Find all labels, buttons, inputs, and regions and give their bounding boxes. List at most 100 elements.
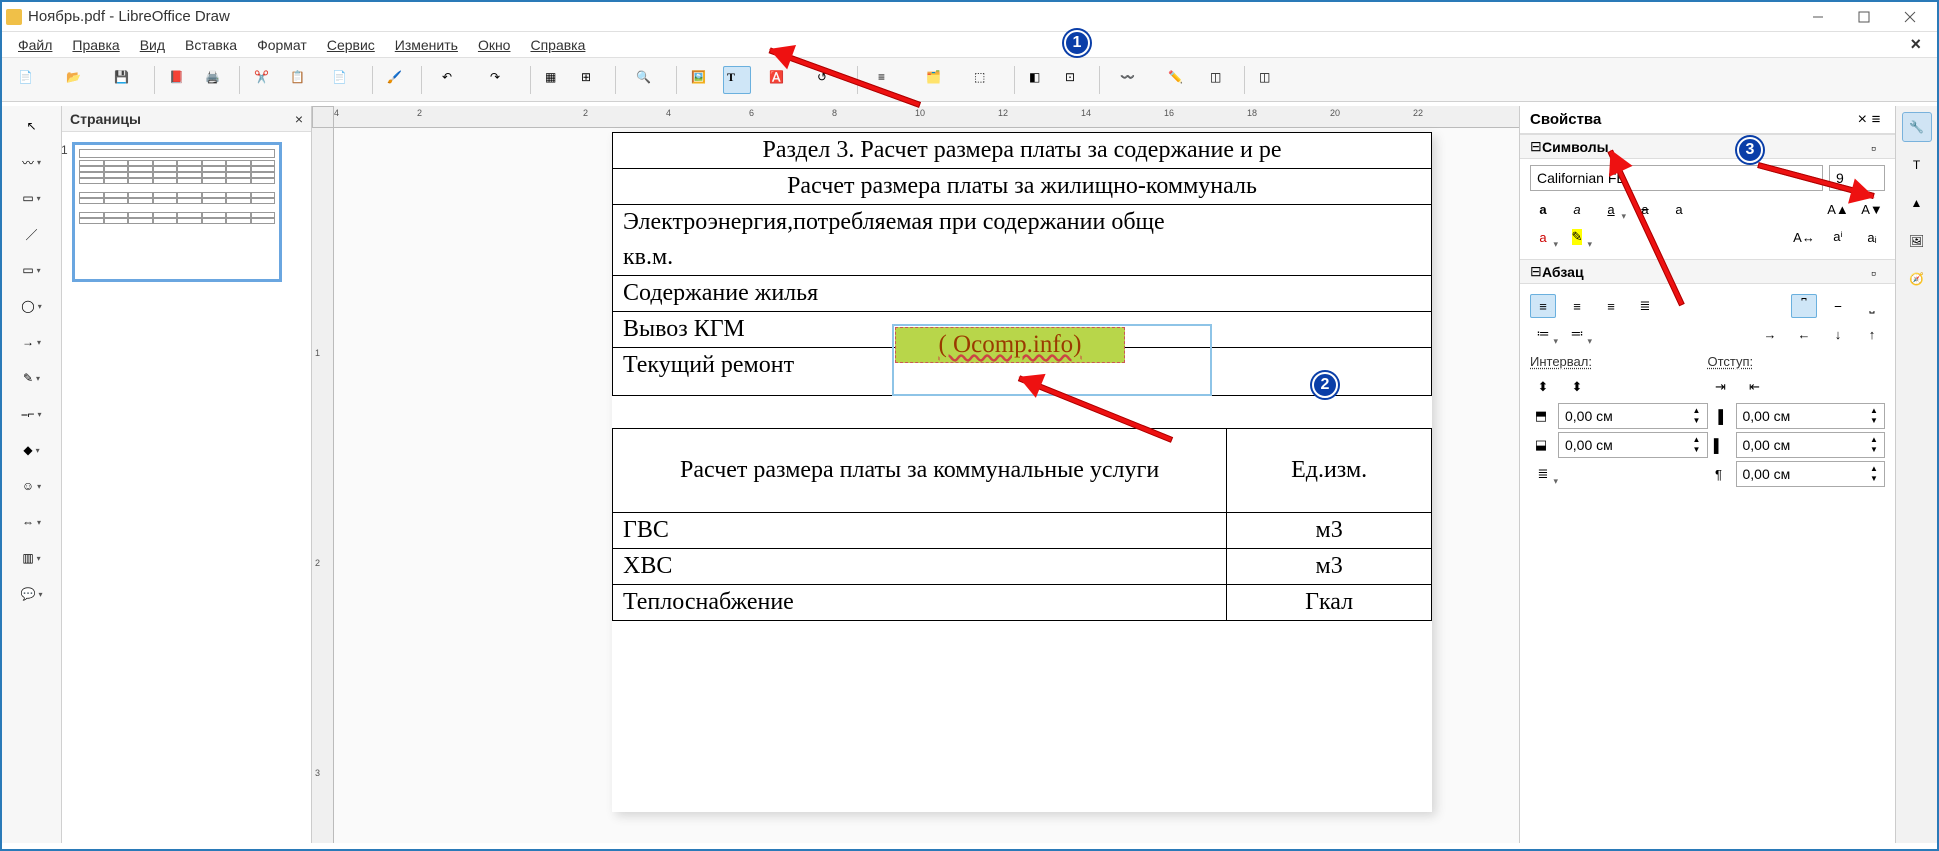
select-tool[interactable]: ↖ [14, 112, 50, 140]
spacing-above-input[interactable]: 0,00 см▲▼ [1558, 403, 1708, 429]
insert-image-button[interactable]: 🖼️ [687, 66, 715, 94]
clone-format-button[interactable]: 🖌️ [383, 66, 411, 94]
dec-spacing-button[interactable]: ⬍ [1564, 375, 1590, 399]
align-left-button[interactable]: ≡ [1530, 294, 1556, 318]
row-elec[interactable]: Электроэнергия,потребляемая при содержан… [613, 205, 1432, 241]
properties-close[interactable]: × [1858, 111, 1867, 129]
shadow-text-button[interactable]: a [1666, 197, 1692, 221]
row-hvs-unit[interactable]: м3 [1227, 549, 1432, 585]
flowchart-tool[interactable]: ▥ [14, 544, 50, 572]
print-button[interactable]: 🖨️ [201, 66, 229, 94]
inserted-textbox[interactable]: ( Ocomp.info) [895, 327, 1125, 363]
align-justify-button[interactable]: ≣ [1632, 294, 1658, 318]
indent-after-input[interactable]: 0,00 см▲▼ [1736, 432, 1886, 458]
insert-textbox-button[interactable]: T [723, 66, 751, 94]
connector-tool[interactable]: ⎯⌐ [14, 400, 50, 428]
subscript-button[interactable]: aᵢ [1859, 225, 1885, 249]
callout-tool[interactable]: 💬 [14, 580, 50, 608]
t2-header-left[interactable]: Расчет размера платы за коммунальные усл… [613, 429, 1227, 513]
doc-title[interactable]: Раздел 3. Расчет размера платы за содерж… [613, 133, 1432, 169]
t2-header-right[interactable]: Ед.изм. [1227, 429, 1432, 513]
section-more-symbols[interactable]: ▫ [1871, 140, 1885, 154]
ellipse-tool[interactable]: ◯ [14, 292, 50, 320]
menu-view[interactable]: Вид [130, 35, 175, 55]
number-list-button[interactable]: ≕ [1564, 322, 1590, 346]
italic-button[interactable]: a [1564, 197, 1590, 221]
maximize-button[interactable] [1841, 2, 1887, 32]
row-gvs[interactable]: ГВС [613, 513, 1227, 549]
section-toggle-paragraph[interactable]: ⊟ [1530, 263, 1542, 280]
ruler-horizontal[interactable]: 42246810121416182022 [334, 106, 1519, 128]
font-color-button[interactable]: a [1530, 225, 1556, 249]
increase-font-button[interactable]: A▲ [1825, 197, 1851, 221]
row-gvs-unit[interactable]: м3 [1227, 513, 1432, 549]
canvas-area[interactable]: 42246810121416182022 123 Раздел 3. Расче… [312, 106, 1519, 843]
font-size-input[interactable]: 9 [1829, 165, 1885, 191]
zoom-button[interactable]: 🔍 [626, 66, 666, 94]
helplines-button[interactable]: ⊞ [577, 66, 605, 94]
page-thumbnail[interactable]: 1 [72, 142, 282, 282]
valign-top-button[interactable]: ⎴ [1791, 294, 1817, 318]
paste-button[interactable]: 📄 [322, 66, 362, 94]
toggle-extrusion-button[interactable]: ◫ [1206, 66, 1234, 94]
fill-color-tool[interactable]: ▭ [14, 184, 50, 212]
pages-panel-close[interactable]: × [295, 111, 303, 127]
insert-fontwork-button[interactable]: 🅰️ [759, 66, 799, 94]
menu-modify[interactable]: Изменить [385, 35, 468, 55]
menu-edit[interactable]: Правка [62, 35, 129, 55]
redo-button[interactable]: ↷ [480, 66, 520, 94]
menu-file[interactable]: Файл [8, 35, 62, 55]
font-name-input[interactable]: Californian FB [1530, 165, 1823, 191]
line-spacing-button[interactable]: ≣ [1530, 462, 1556, 486]
inc-spacing-button[interactable]: ⬍ [1530, 375, 1556, 399]
bold-button[interactable]: a [1530, 197, 1556, 221]
spacing-below-input[interactable]: 0,00 см▲▼ [1558, 432, 1708, 458]
symbol-shapes-tool[interactable]: ☺ [14, 472, 50, 500]
row-heat[interactable]: Теплоснабжение [613, 585, 1227, 621]
minimize-button[interactable] [1795, 2, 1841, 32]
sidebar-menu-icon[interactable]: ≡ [1867, 111, 1885, 128]
document-page[interactable]: Раздел 3. Расчет размера платы за содерж… [612, 132, 1432, 812]
align-center-button[interactable]: ≡ [1564, 294, 1590, 318]
curve-tool[interactable]: ✎ [14, 364, 50, 392]
inc-indent-button[interactable]: ⇥ [1708, 375, 1734, 399]
distribute-button[interactable]: ⬚ [964, 66, 1004, 94]
close-button[interactable] [1887, 2, 1933, 32]
tab-navigator-icon[interactable]: 🧭 [1902, 264, 1932, 294]
ltr-button[interactable]: → [1757, 322, 1783, 346]
row-elec2[interactable]: кв.м. [613, 240, 1432, 276]
superscript-button[interactable]: aⁱ [1825, 225, 1851, 249]
section-toggle-symbols[interactable]: ⊟ [1530, 138, 1542, 155]
show-draw-functions-button[interactable]: ◫ [1255, 66, 1283, 94]
char-spacing-button[interactable]: A↔ [1791, 225, 1817, 249]
tab-styles-icon[interactable]: ▲ [1902, 188, 1932, 218]
indent-first-input[interactable]: 0,00 см▲▼ [1736, 461, 1886, 487]
row-hvs[interactable]: ХВС [613, 549, 1227, 585]
export-pdf-button[interactable]: 📕 [165, 66, 193, 94]
block-arrows-tool[interactable]: ⇔ [14, 508, 50, 536]
tab-properties-icon[interactable]: 🔧 [1902, 112, 1932, 142]
strikethrough-button[interactable]: a [1632, 197, 1658, 221]
underline-button[interactable]: a [1598, 197, 1624, 221]
save-button[interactable]: 💾 [104, 66, 144, 94]
document-close-button[interactable]: × [1900, 34, 1931, 55]
line-tool[interactable]: ／ [14, 220, 50, 248]
ruler-vertical[interactable]: 123 [312, 128, 334, 843]
menu-help[interactable]: Справка [520, 35, 595, 55]
menu-window[interactable]: Окно [468, 35, 521, 55]
highlight-color-button[interactable]: ✎ [1564, 225, 1590, 249]
ttb-button[interactable]: ↓ [1825, 322, 1851, 346]
btt-button[interactable]: ↑ [1859, 322, 1885, 346]
section-more-paragraph[interactable]: ▫ [1871, 265, 1885, 279]
line-color-tool[interactable]: 〰 [14, 148, 50, 176]
valign-center-button[interactable]: ⎯ [1825, 294, 1851, 318]
open-button[interactable]: 📂 [56, 66, 96, 94]
new-button[interactable]: 📄 [8, 66, 48, 94]
bullet-list-button[interactable]: ≔ [1530, 322, 1556, 346]
rtl-button[interactable]: ← [1791, 322, 1817, 346]
align-button[interactable]: ≡ [868, 66, 908, 94]
menu-tools[interactable]: Сервис [317, 35, 385, 55]
arrange-button[interactable]: 🗂️ [916, 66, 956, 94]
decrease-font-button[interactable]: A▼ [1859, 197, 1885, 221]
doc-subtitle[interactable]: Расчет размера платы за жилищно-коммунал… [613, 169, 1432, 205]
